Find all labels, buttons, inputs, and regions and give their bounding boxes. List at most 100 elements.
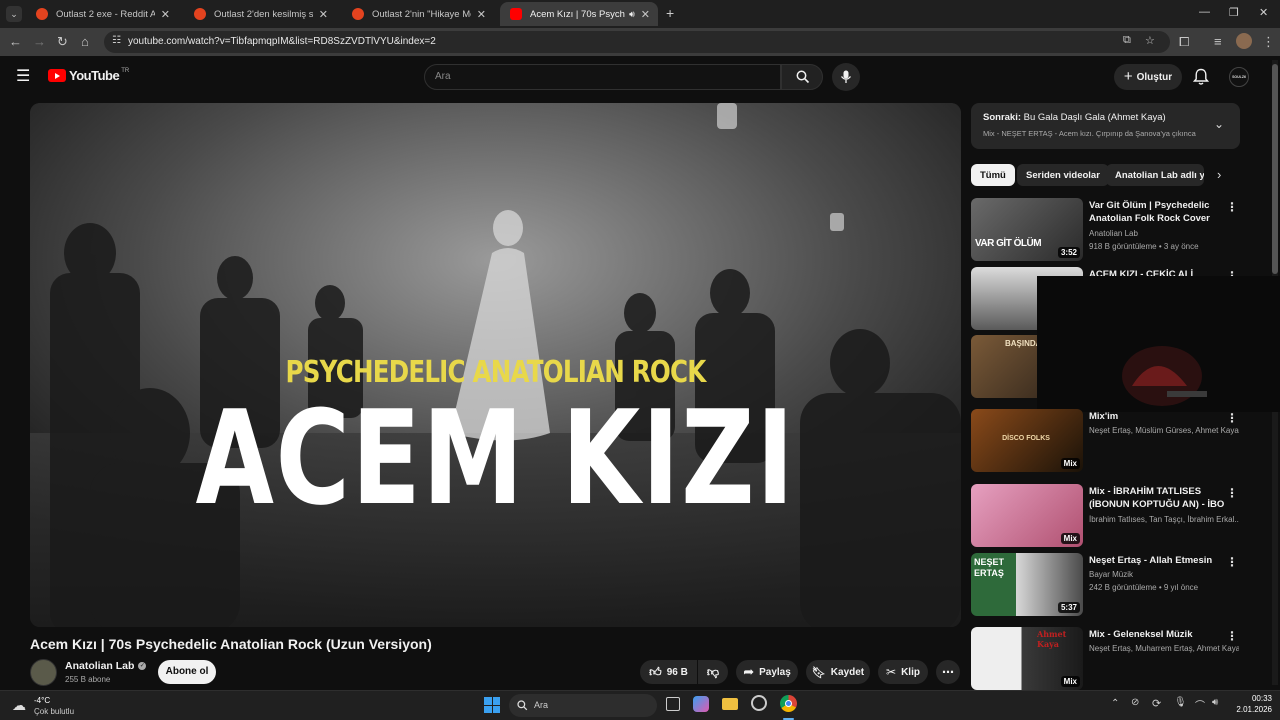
notifications-bell-icon[interactable] [1193, 68, 1209, 86]
close-window-icon[interactable]: ✕ [1259, 6, 1268, 19]
more-vertical-icon[interactable]: ⋮ [1226, 629, 1238, 643]
scrollbar-thumb[interactable] [1272, 64, 1278, 274]
more-vertical-icon[interactable]: ⋮ [1226, 486, 1238, 500]
weather-widget[interactable]: ☁ -4°C Çok bulutlu [10, 694, 90, 718]
clock[interactable]: 00:33 2.01.2026 [1230, 694, 1272, 714]
task-view-icon[interactable] [666, 697, 680, 711]
up-next-card[interactable]: Sonraki: Bu Gala Daşlı Gala (Ahmet Kaya)… [971, 103, 1240, 149]
reddit-icon [352, 8, 364, 20]
clip-button[interactable]: ✂ Klip [878, 660, 928, 684]
taskbar-search[interactable]: Ara [509, 694, 657, 717]
sync-icon[interactable]: ⟳ [1152, 697, 1161, 710]
youtube-logo[interactable]: YouTube TR [48, 68, 129, 83]
more-vertical-icon[interactable]: ⋮ [1226, 200, 1238, 214]
share-button[interactable]: ➦ Paylaş [736, 660, 798, 684]
copilot-icon[interactable] [693, 696, 709, 712]
video-thumbnail[interactable]: DİSCO FOLKS Mix [971, 409, 1083, 472]
chevron-down-icon[interactable]: ⌄ [1214, 117, 1224, 131]
profile-avatar[interactable] [1236, 33, 1252, 49]
video-thumbnail[interactable]: NEŞET ERTAŞ 5:37 [971, 553, 1083, 616]
create-button[interactable]: + Oluştur [1114, 64, 1182, 90]
dislike-button[interactable]: 👎︎ [698, 660, 728, 684]
home-icon[interactable]: ⌂ [81, 34, 89, 49]
channel-avatar[interactable] [30, 659, 57, 686]
browser-tab-4-active[interactable]: Acem Kızı | 70s Psychedelic 🔊︎ ✕ [500, 2, 658, 26]
recommendation-item[interactable]: Mix Mix - İBRAHİM TATLISES (İBONUN KOPTU… [971, 484, 1246, 548]
more-actions-button[interactable]: ⋯ [936, 660, 960, 684]
close-tab-icon[interactable]: ✕ [161, 8, 170, 21]
verified-badge-icon: ✓ [138, 662, 147, 670]
chip-all[interactable]: Tümü [971, 164, 1015, 186]
overlay-title: ACEM KIZI [195, 382, 796, 534]
weather-desc: Çok bulutlu [34, 707, 75, 716]
tab-search-icon[interactable]: ⌄ [6, 6, 22, 22]
chip-series[interactable]: Seriden videolar [1017, 164, 1109, 186]
save-label: Kaydet [830, 666, 865, 678]
thumbnail-text: Ahmet Kaya [1037, 629, 1067, 649]
search-button[interactable] [781, 64, 823, 90]
start-button[interactable] [484, 697, 500, 713]
url-text: youtube.com/watch?v=TibfapmqpIM&list=RD8… [128, 36, 436, 47]
up-next-title: Bu Gala Daşlı Gala (Ahmet Kaya) [1023, 112, 1166, 123]
thumbnail-text: VAR GİT ÖLÜM [975, 238, 1042, 249]
like-button[interactable]: 👍︎ 96 B [640, 660, 697, 684]
recommendation-channel: Anatolian Lab [1089, 229, 1138, 238]
recommendation-item[interactable]: VAR GİT ÖLÜM 3:52 Var Git Ölüm | Psyched… [971, 198, 1246, 262]
thumbs-down-icon: 👎︎ [706, 664, 720, 679]
browser-tab-3[interactable]: Outlast 2'nin "Hikaye Modu Güç" ✕ [342, 2, 494, 26]
browser-tab-1[interactable]: Outlast 2 exe - Reddit Araması! ✕ [26, 2, 178, 26]
recommendation-item[interactable]: NEŞET ERTAŞ 5:37 Neşet Ertaş - Allah Etm… [971, 553, 1246, 617]
account-avatar[interactable]: SOULZ6 [1229, 67, 1249, 87]
recommendation-title: Mix - İBRAHİM TATLISES (İBONUN KOPTUĞU A… [1089, 486, 1225, 510]
network-icon[interactable]: ⌒ [1195, 697, 1205, 712]
back-icon[interactable]: ← [9, 34, 22, 49]
chip-scroll-right-icon[interactable]: › [1217, 167, 1221, 182]
browser-tab-2[interactable]: Outlast 2'den kesilmiş ses kayıtları ✕ [184, 2, 336, 26]
address-bar[interactable]: ☷ youtube.com/watch?v=TibfapmqpIM&list=R… [104, 31, 1170, 53]
search-placeholder: Ara [435, 71, 451, 82]
tray-overflow-icon[interactable]: ⌃ [1111, 698, 1119, 709]
reload-icon[interactable]: ↻ [57, 34, 68, 50]
microphone-tray-icon[interactable]: 🎙︎ [1174, 697, 1187, 708]
volume-icon[interactable]: 🔊︎ [1212, 697, 1218, 708]
app-icon[interactable] [751, 695, 767, 711]
reddit-icon [36, 8, 48, 20]
subscribe-button[interactable]: Abone ol [158, 660, 216, 684]
browser-menu-icon[interactable]: ⋮ [1262, 34, 1275, 50]
tray-icon[interactable]: ⊘ [1131, 697, 1139, 708]
close-tab-icon[interactable]: ✕ [641, 8, 650, 21]
search-icon [517, 700, 528, 711]
video-thumbnail[interactable]: Ahmet Kaya Mix [971, 627, 1083, 690]
webcam-image [1037, 276, 1280, 412]
voice-search-button[interactable] [832, 63, 860, 91]
channel-name[interactable]: Anatolian Lab ✓ [65, 660, 147, 672]
video-thumbnail[interactable]: VAR GİT ÖLÜM 3:52 [971, 198, 1083, 261]
file-explorer-icon[interactable] [722, 698, 738, 710]
new-tab-icon[interactable]: + [666, 5, 674, 21]
video-player[interactable]: PSYCHEDELIC ANATOLIAN ROCK ACEM KIZI [30, 103, 961, 627]
search-input[interactable]: Ara [424, 64, 781, 90]
share-arrow-icon: ➦ [743, 664, 755, 679]
recommendation-item[interactable]: DİSCO FOLKS Mix Mix'im Neşet Ertaş, Müsl… [971, 409, 1246, 473]
hamburger-menu-icon[interactable]: ☰ [16, 66, 30, 86]
minimize-icon[interactable]: — [1199, 6, 1210, 18]
chrome-icon[interactable] [780, 695, 797, 712]
video-thumbnail[interactable]: Mix [971, 484, 1083, 547]
media-controls-icon[interactable]: ≡ [1214, 34, 1222, 49]
maximize-icon[interactable]: ❐ [1229, 6, 1239, 19]
browser-tab-strip: ⌄ Outlast 2 exe - Reddit Araması! ✕ Outl… [0, 0, 1280, 28]
close-tab-icon[interactable]: ✕ [319, 8, 328, 21]
forward-icon[interactable]: → [33, 34, 46, 49]
speaker-icon[interactable]: 🔊︎ [629, 9, 635, 20]
extensions-icon[interactable]: ⧠ [1179, 34, 1189, 50]
bookmark-star-icon[interactable]: ☆ [1145, 34, 1155, 47]
more-vertical-icon[interactable]: ⋮ [1226, 411, 1238, 425]
more-vertical-icon[interactable]: ⋮ [1226, 555, 1238, 569]
save-button[interactable]: 🔖︎ Kaydet [806, 660, 870, 684]
site-info-icon[interactable]: ☷ [112, 35, 121, 46]
install-app-icon[interactable]: ⧉ [1123, 34, 1131, 47]
recommendation-item[interactable]: Ahmet Kaya Mix Mix - Geleneksel Müzik Ne… [971, 627, 1246, 691]
bookmark-icon: 🔖︎ [811, 666, 826, 679]
close-tab-icon[interactable]: ✕ [477, 8, 486, 21]
chip-uploader[interactable]: Anatolian Lab adlı yükleyiciden [1106, 164, 1204, 186]
